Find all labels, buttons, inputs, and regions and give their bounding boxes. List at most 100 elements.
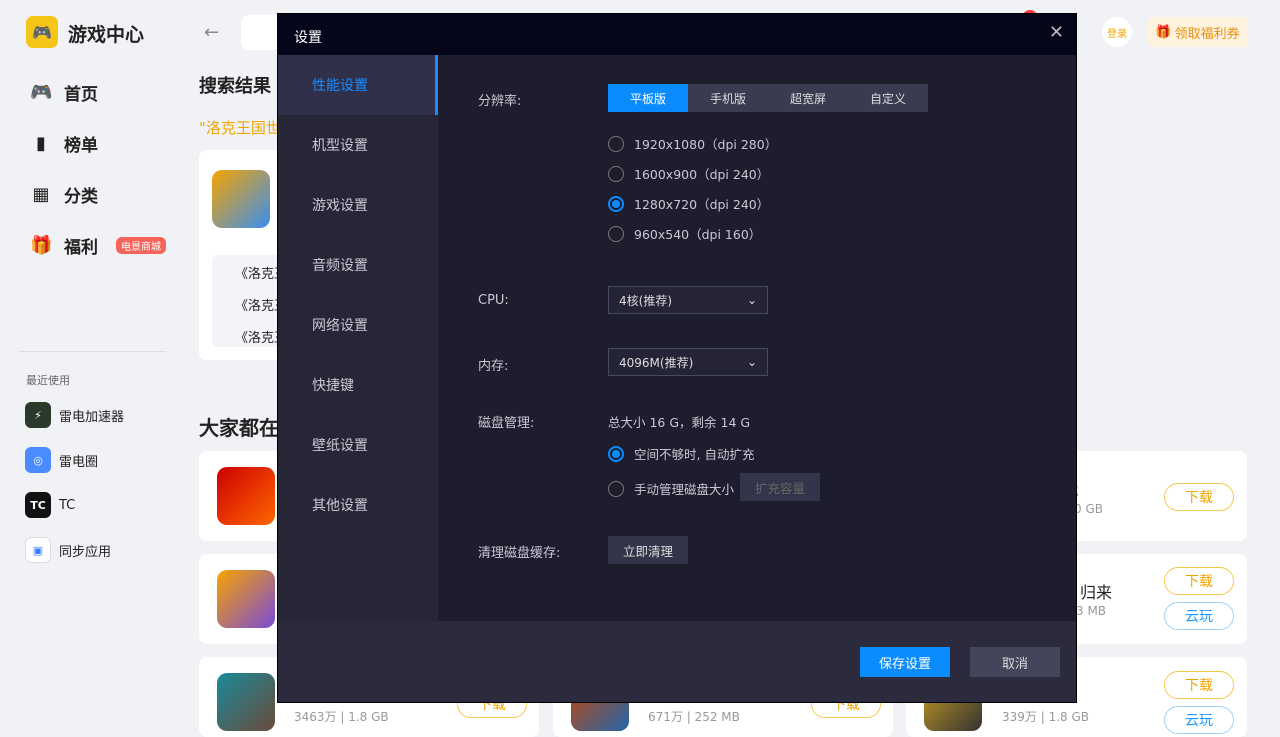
app-title: 游戏中心 — [68, 24, 145, 46]
tab-shortcuts[interactable]: 快捷键 — [278, 355, 438, 415]
option-label: 1920x1080（dpi 280） — [634, 137, 778, 152]
tab-network[interactable]: 网络设置 — [278, 295, 438, 355]
tc-icon: TC — [25, 492, 51, 518]
memory-label: 内存: — [478, 359, 509, 374]
sync-icon: ▣ — [25, 537, 51, 563]
tab-other[interactable]: 其他设置 — [278, 475, 438, 535]
tab-wallpaper[interactable]: 壁纸设置 — [278, 415, 438, 475]
radio-checked-icon — [608, 195, 624, 212]
mode-selector: 平板版 手机版 超宽屏 自定义 — [608, 84, 928, 112]
coupon-button[interactable]: 🎁 领取福利券 — [1147, 17, 1248, 47]
game-icon — [212, 170, 270, 228]
expand-capacity-button[interactable]: 扩充容量 — [740, 473, 820, 501]
resolution-option-selected[interactable]: 1280x720（dpi 240） — [608, 194, 769, 213]
game-meta: 339万 | 1.8 GB — [1002, 710, 1090, 724]
disk-auto-option[interactable]: 空间不够时, 自动扩充 — [608, 444, 754, 463]
game-icon — [217, 467, 275, 525]
back-icon[interactable]: ← — [204, 22, 219, 43]
radio-icon — [608, 225, 624, 242]
recent-item[interactable]: ⚡ 雷电加速器 — [25, 402, 124, 428]
section-title: 大家都在 — [199, 416, 279, 440]
game-meta: 3463万 | 1.8 GB — [294, 710, 389, 724]
search-bar[interactable] — [241, 15, 281, 50]
memory-value: 4096M(推荐) — [619, 355, 694, 370]
gift-icon: 🎁 — [1155, 24, 1172, 40]
disk-label: 磁盘管理: — [478, 416, 535, 431]
chevron-down-icon: ⌄ — [746, 355, 757, 369]
recent-item[interactable]: ▣ 同步应用 — [25, 537, 111, 563]
app-logo: 🎮 — [26, 16, 58, 48]
search-query: "洛克王国世 — [199, 119, 281, 137]
tab-audio[interactable]: 音频设置 — [278, 235, 438, 295]
option-label: 空间不够时, 自动扩充 — [634, 447, 755, 462]
cloud-play-button[interactable]: 云玩 — [1164, 706, 1234, 734]
recent-label: 雷电加速器 — [59, 409, 125, 425]
tab-game[interactable]: 游戏设置 — [278, 175, 438, 235]
cpu-select[interactable]: 4核(推荐) ⌄ — [608, 286, 768, 314]
divider — [19, 351, 166, 352]
memory-select[interactable]: 4096M(推荐) ⌄ — [608, 348, 768, 376]
resolution-label: 分辨率: — [478, 94, 522, 109]
nav-label: 福利 — [64, 238, 98, 258]
game-name: 归来 — [1080, 583, 1113, 602]
resolution-option[interactable]: 1920x1080（dpi 280） — [608, 134, 777, 153]
radio-icon — [608, 135, 624, 152]
game-meta: 671万 | 252 MB — [648, 710, 740, 724]
download-button[interactable]: 下载 — [1164, 671, 1234, 699]
dialog-header: 设置 — [278, 14, 1076, 55]
close-icon[interactable]: ✕ — [1049, 22, 1064, 43]
nav-welfare[interactable]: 🎁 福利 电景商城 — [30, 233, 166, 258]
dialog-footer — [278, 621, 1076, 702]
option-label: 手动管理磁盘大小 — [634, 482, 735, 497]
shop-badge: 电景商城 — [116, 237, 166, 254]
radio-icon — [608, 480, 624, 497]
chart-icon: ▮ — [36, 133, 46, 154]
category-icon: ▦ — [32, 184, 50, 205]
nav-label: 榜单 — [64, 136, 98, 156]
search-title: 搜索结果 — [199, 76, 271, 97]
cpu-label: CPU: — [478, 293, 509, 308]
accelerator-icon: ⚡ — [25, 402, 51, 428]
mode-custom[interactable]: 自定义 — [848, 84, 928, 112]
settings-dialog: 设置 ✕ 性能设置 机型设置 游戏设置 音频设置 网络设置 快捷键 壁纸设置 其… — [277, 13, 1077, 703]
save-button[interactable]: 保存设置 — [860, 647, 950, 677]
gamepad-icon: 🎮 — [30, 82, 53, 103]
download-button[interactable]: 下载 — [1164, 567, 1234, 595]
clean-now-button[interactable]: 立即清理 — [608, 536, 688, 564]
chevron-down-icon: ⌄ — [746, 293, 757, 307]
gift-icon: 🎁 — [30, 235, 53, 256]
radio-checked-icon — [608, 445, 624, 462]
nav-label: 首页 — [64, 85, 98, 105]
tab-performance[interactable]: 性能设置 — [278, 55, 438, 115]
game-icon — [217, 673, 275, 731]
game-icon — [217, 570, 275, 628]
cancel-button[interactable]: 取消 — [970, 647, 1060, 677]
cache-label: 清理磁盘缓存: — [478, 546, 561, 561]
coupon-label: 领取福利券 — [1174, 26, 1240, 42]
option-label: 960x540（dpi 160） — [634, 227, 762, 242]
circle-icon: ◎ — [25, 447, 51, 473]
download-button[interactable]: 下载 — [1164, 483, 1234, 511]
recent-item[interactable]: TC TC — [25, 492, 75, 518]
nav-ranking[interactable]: ▮ 榜单 — [30, 131, 98, 156]
disk-manual-option[interactable]: 手动管理磁盘大小 — [608, 479, 734, 498]
recent-label: 雷电圈 — [59, 454, 99, 470]
cpu-value: 4核(推荐) — [619, 293, 672, 308]
nav-category[interactable]: ▦ 分类 — [30, 182, 98, 207]
resolution-option[interactable]: 960x540（dpi 160） — [608, 224, 761, 243]
login-button[interactable]: 登录 — [1102, 17, 1132, 47]
settings-tabs: 性能设置 机型设置 游戏设置 音频设置 网络设置 快捷键 壁纸设置 其他设置 — [278, 55, 438, 621]
recent-label: TC — [59, 497, 76, 513]
tab-device[interactable]: 机型设置 — [278, 115, 438, 175]
nav-home[interactable]: 🎮 首页 — [30, 80, 98, 105]
option-label: 1600x900（dpi 240） — [634, 167, 770, 182]
mode-tablet[interactable]: 平板版 — [608, 84, 688, 112]
recent-item[interactable]: ◎ 雷电圈 — [25, 447, 98, 473]
mode-phone[interactable]: 手机版 — [688, 84, 768, 112]
game-meta: 0 GB — [1074, 502, 1103, 516]
resolution-option[interactable]: 1600x900（dpi 240） — [608, 164, 769, 183]
game-meta: 3 MB — [1076, 604, 1107, 618]
mode-ultrawide[interactable]: 超宽屏 — [768, 84, 848, 112]
cloud-play-button[interactable]: 云玩 — [1164, 602, 1234, 630]
option-label: 1280x720（dpi 240） — [634, 197, 770, 212]
